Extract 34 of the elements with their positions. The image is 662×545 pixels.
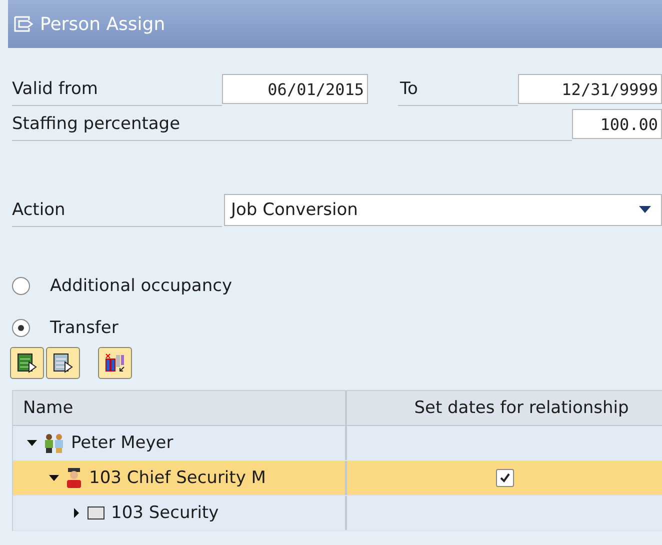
percentage-field[interactable]: 100.00 bbox=[572, 109, 662, 139]
tree-row[interactable]: 103 Security bbox=[13, 496, 662, 531]
action-dropdown[interactable]: Job Conversion bbox=[224, 194, 662, 226]
radio-button[interactable] bbox=[12, 277, 30, 295]
radio-button[interactable] bbox=[12, 319, 30, 337]
tree-node-text: 103 Chief Security M bbox=[89, 468, 266, 488]
field-label: Action bbox=[12, 194, 222, 226]
expand-all-icon bbox=[16, 352, 38, 374]
square-icon bbox=[87, 506, 105, 520]
column-settings-button[interactable] bbox=[98, 347, 132, 379]
collapse-arrow-icon[interactable] bbox=[27, 438, 37, 448]
columns-icon bbox=[104, 352, 126, 374]
people-icon bbox=[43, 433, 65, 453]
tree-row[interactable]: 103 Chief Security M bbox=[13, 461, 662, 496]
radio-label[interactable]: Transfer bbox=[50, 318, 118, 338]
tree-node-text: Peter Meyer bbox=[71, 433, 174, 453]
checkbox[interactable] bbox=[496, 469, 514, 487]
collapse-all-button[interactable] bbox=[46, 347, 80, 379]
collapse-arrow-icon[interactable] bbox=[49, 473, 59, 483]
window-title: Person Assign bbox=[40, 14, 166, 34]
checkmark-icon bbox=[498, 472, 510, 484]
window-icon bbox=[14, 16, 34, 32]
collapse-all-icon bbox=[52, 352, 74, 374]
date-field[interactable]: 06/01/2015 bbox=[222, 74, 368, 104]
tree-row[interactable]: Peter Meyer bbox=[13, 426, 662, 461]
person-icon bbox=[65, 468, 83, 488]
column-header[interactable]: Set dates for relationship bbox=[347, 391, 662, 425]
expand-arrow-icon[interactable] bbox=[71, 508, 81, 518]
radio-label[interactable]: Additional occupancy bbox=[50, 276, 232, 296]
tree-node-text: 103 Security bbox=[111, 503, 219, 523]
field-label: Staffing percentage bbox=[12, 108, 572, 140]
expand-all-button[interactable] bbox=[10, 347, 44, 379]
date-field[interactable]: 12/31/9999 bbox=[518, 74, 662, 104]
caret-icon bbox=[639, 206, 651, 214]
